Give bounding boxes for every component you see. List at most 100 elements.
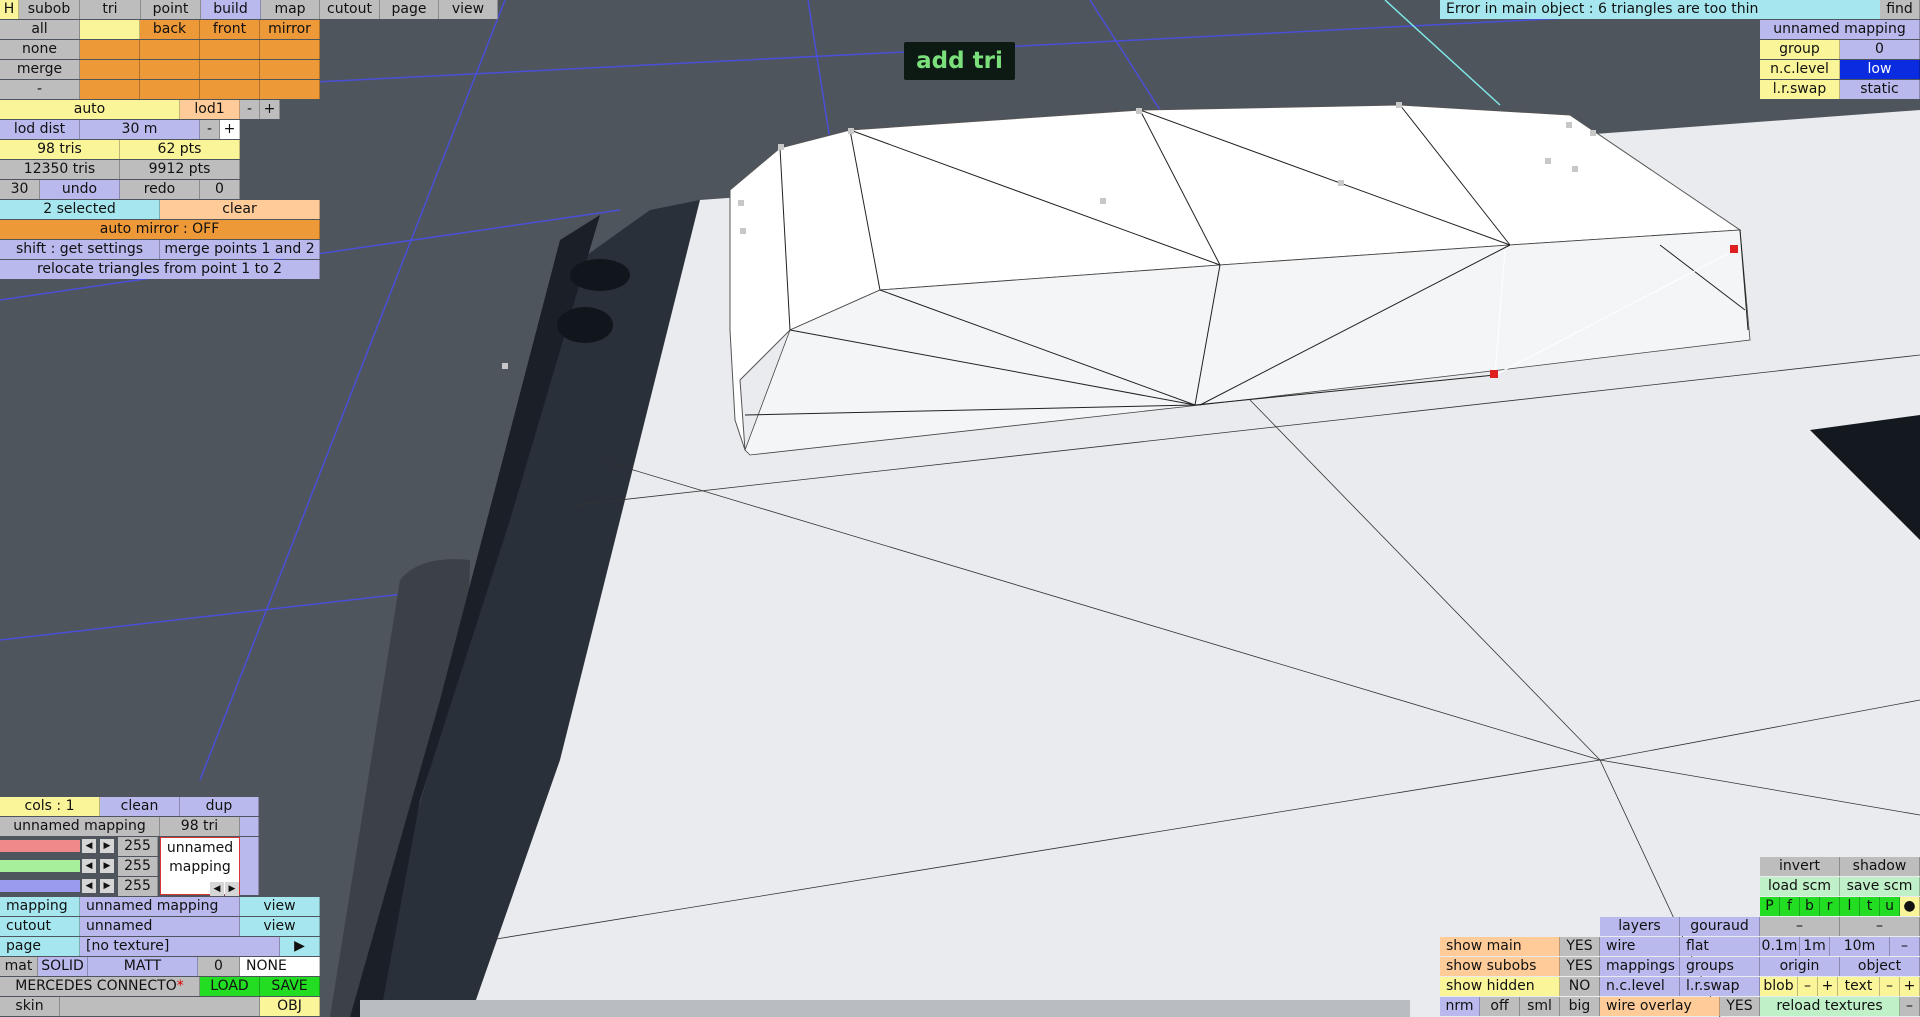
object-button[interactable]: object [1840, 957, 1920, 976]
origin-button[interactable]: origin [1760, 957, 1840, 976]
blue-right-arrow-icon[interactable]: ▶ [100, 879, 114, 893]
matt-toggle[interactable]: MATT [88, 957, 198, 976]
menu-cutout[interactable]: cutout [320, 0, 380, 19]
wire-overlay-label[interactable]: wire overlay [1600, 997, 1720, 1016]
mapping-name[interactable]: unnamed mapping [1760, 20, 1920, 39]
lod-dist-plus[interactable]: + [220, 120, 240, 139]
dash-button-1[interactable]: – [1760, 917, 1840, 936]
lr-swap-value[interactable]: static [1840, 80, 1920, 99]
menu-page[interactable]: page [380, 0, 439, 19]
lod-dist-minus[interactable]: - [200, 120, 220, 139]
dist-0-1m[interactable]: 0.1m [1760, 937, 1800, 956]
big-button[interactable]: big [1560, 997, 1600, 1016]
dash-button[interactable]: - [0, 80, 80, 99]
clear-button[interactable]: clear [160, 200, 320, 219]
lr-swap-button[interactable]: l.r.swap [1680, 977, 1760, 996]
redo-button[interactable]: redo [120, 180, 200, 199]
blue-left-arrow-icon[interactable]: ◀ [82, 879, 96, 893]
mapping-view-button[interactable]: view [240, 897, 320, 916]
blob-minus[interactable]: – [1798, 977, 1818, 996]
text-plus[interactable]: + [1900, 977, 1920, 996]
nrm-button[interactable]: nrm [1440, 997, 1480, 1016]
flag-u[interactable]: u [1880, 897, 1900, 916]
auto-mirror-toggle[interactable]: auto mirror : OFF [0, 220, 320, 239]
undo-button[interactable]: undo [40, 180, 120, 199]
merge-points-button[interactable]: merge points 1 and 2 [160, 240, 320, 259]
grid-cell[interactable] [260, 60, 320, 79]
mappings-button[interactable]: mappings [1600, 957, 1680, 976]
get-settings-hint[interactable]: shift : get settings [0, 240, 160, 259]
grid-cell[interactable] [140, 80, 200, 99]
lod-auto-button[interactable]: auto [0, 100, 180, 119]
flag-f[interactable]: f [1780, 897, 1800, 916]
load-scm-button[interactable]: load scm [1760, 877, 1840, 896]
lod-name[interactable]: lod1 [180, 100, 240, 119]
grid-cell[interactable] [80, 80, 140, 99]
merge-button[interactable]: merge [0, 60, 80, 79]
back-button[interactable]: back [140, 20, 200, 39]
lod-plus-button[interactable]: + [260, 100, 280, 119]
grid-cell[interactable] [140, 40, 200, 59]
clean-button[interactable]: clean [100, 797, 180, 816]
colors-scrollbar[interactable] [240, 837, 259, 895]
nc-level-value[interactable]: low [1840, 60, 1920, 79]
load-button[interactable]: LOAD [200, 977, 260, 996]
layers-button[interactable]: layers [1600, 917, 1680, 936]
page-arrow-icon[interactable]: ▶ [280, 937, 320, 956]
grid-cell[interactable] [80, 40, 140, 59]
preview-left-arrow-icon[interactable]: ◀ [210, 882, 224, 896]
red-right-arrow-icon[interactable]: ▶ [100, 839, 114, 853]
show-subobs-label[interactable]: show subobs [1440, 957, 1560, 976]
flag-b[interactable]: b [1800, 897, 1820, 916]
wire-button[interactable]: wire [1600, 937, 1680, 956]
lod-dist-value[interactable]: 30 m [80, 120, 200, 139]
grid-cell[interactable] [140, 60, 200, 79]
menu-tri[interactable]: tri [80, 0, 141, 19]
3d-viewport[interactable] [0, 0, 1920, 1017]
off-button[interactable]: off [1480, 997, 1520, 1016]
wire-overlay-value[interactable]: YES [1720, 997, 1760, 1016]
menu-map[interactable]: map [261, 0, 320, 19]
front-button[interactable]: front [200, 20, 260, 39]
lod-minus-button[interactable]: - [240, 100, 260, 119]
text-minus[interactable]: – [1880, 977, 1900, 996]
dup-button[interactable]: dup [180, 797, 259, 816]
save-button[interactable]: SAVE [260, 977, 320, 996]
groups-button[interactable]: groups [1680, 957, 1760, 976]
dash-button-2[interactable]: – [1840, 917, 1920, 936]
invert-button[interactable]: invert [1760, 857, 1840, 876]
menu-build[interactable]: build [201, 0, 261, 19]
grid-cell[interactable] [200, 80, 260, 99]
grid-cell[interactable] [80, 20, 140, 39]
red-left-arrow-icon[interactable]: ◀ [82, 839, 96, 853]
solid-toggle[interactable]: SOLID [38, 957, 88, 976]
menu-view[interactable]: view [439, 0, 498, 19]
menu-subob[interactable]: subob [19, 0, 80, 19]
blob-plus[interactable]: + [1818, 977, 1838, 996]
reload-minus[interactable]: – [1900, 997, 1920, 1016]
blue-slider[interactable] [0, 880, 80, 892]
reload-textures-button[interactable]: reload textures [1760, 997, 1900, 1016]
dist-1m[interactable]: 1m [1800, 937, 1830, 956]
group-value[interactable]: 0 [1840, 40, 1920, 59]
obj-button[interactable]: OBJ [260, 997, 320, 1016]
cutout-value[interactable]: unnamed [80, 917, 240, 936]
select-all-button[interactable]: all [0, 20, 80, 39]
grid-cell[interactable] [200, 40, 260, 59]
skin-field[interactable] [60, 997, 260, 1016]
cutout-view-button[interactable]: view [240, 917, 320, 936]
menu-point[interactable]: point [141, 0, 201, 19]
flag-p[interactable]: P [1760, 897, 1780, 916]
show-main-label[interactable]: show main [1440, 937, 1560, 956]
show-subobs-value[interactable]: YES [1560, 957, 1600, 976]
show-hidden-label[interactable]: show hidden [1440, 977, 1560, 996]
shadow-button[interactable]: shadow [1840, 857, 1920, 876]
flag-dot-icon[interactable]: ● [1900, 897, 1920, 916]
mat-number[interactable]: 0 [198, 957, 240, 976]
green-slider[interactable] [0, 860, 80, 872]
grid-cell[interactable] [200, 60, 260, 79]
grid-cell[interactable] [80, 60, 140, 79]
colors-scroll[interactable] [240, 817, 259, 836]
mapping-value[interactable]: unnamed mapping [80, 897, 240, 916]
red-slider[interactable] [0, 840, 80, 852]
